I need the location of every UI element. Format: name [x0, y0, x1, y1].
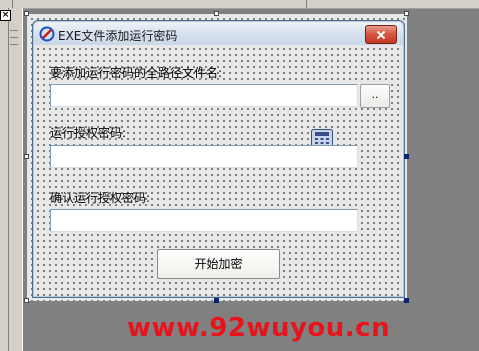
resize-handle[interactable]	[404, 298, 409, 303]
ide-side-strip	[8, 8, 23, 351]
confirm-password-input[interactable]	[50, 209, 358, 232]
resize-handle[interactable]	[404, 11, 409, 16]
start-encrypt-button[interactable]: 开始加密	[157, 249, 280, 279]
resize-handle[interactable]	[214, 298, 219, 303]
resize-handle[interactable]	[404, 154, 409, 159]
ide-toolbar	[0, 0, 479, 9]
ide-splitter[interactable]	[306, 0, 307, 8]
dialog-title: EXE文件添加运行密码	[58, 29, 178, 43]
file-path-label: 要添加运行密码的全路径文件名:	[50, 66, 223, 80]
ide-toolbar-button[interactable]	[0, 0, 13, 8]
browse-button[interactable]: ..	[360, 84, 390, 108]
site-watermark: www.92wuyou.cn	[127, 313, 391, 343]
resize-handle[interactable]	[24, 298, 29, 303]
resize-handle[interactable]	[214, 11, 219, 16]
toolbox-marks	[10, 30, 18, 51]
password-label: 运行授权密码:	[50, 126, 127, 140]
file-path-input[interactable]	[50, 84, 358, 107]
ide-side-panel	[0, 8, 23, 351]
close-icon	[376, 30, 386, 39]
panel-close-button[interactable]: ×	[0, 10, 11, 21]
app-logo-icon	[39, 26, 55, 42]
close-button[interactable]	[365, 25, 397, 44]
resize-handle[interactable]	[24, 154, 29, 159]
dialog-titlebar[interactable]: EXE文件添加运行密码	[34, 22, 403, 45]
resize-handle[interactable]	[24, 11, 29, 16]
password-input[interactable]	[50, 145, 358, 168]
confirm-password-label: 确认运行授权密码:	[50, 191, 151, 205]
